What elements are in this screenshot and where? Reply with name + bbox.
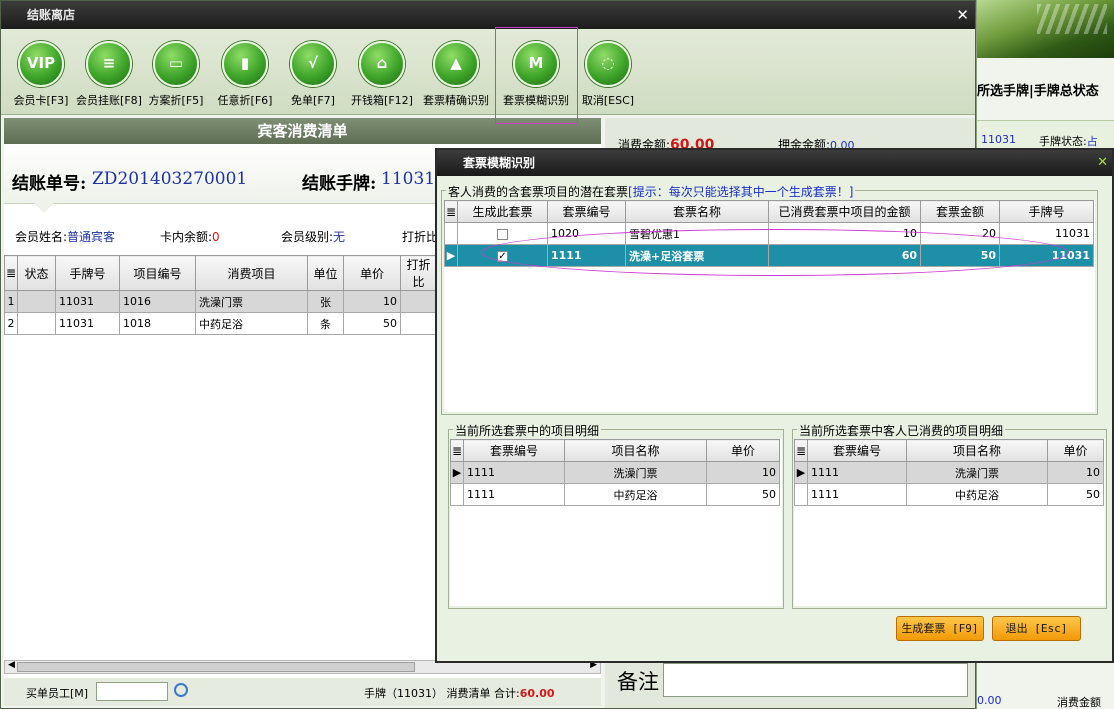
ticket-items-table: ≣ 套票编号 项目名称 单价 ▶ 1111 洗澡门票 10 1111 中药足浴 … — [450, 439, 780, 506]
exit-button[interactable]: 退出 [Esc] — [992, 616, 1081, 641]
tag-number-label: 结账手牌: — [302, 174, 377, 194]
toolbar: VIP 会员卡[F3] ≡ 会员挂账[F8] ▭ 方案折[F5] ▮ 任意折[F6] √… — [1, 29, 975, 115]
bg-tag-number: 11031 — [981, 133, 1016, 146]
scroll-left-arrow-icon[interactable]: ◀ — [8, 660, 15, 670]
consumed-items-legend: 当前所选套票中客人已消费的项目明细 — [797, 422, 1006, 439]
bg-bottom-row: 0.00 消费金额 — [977, 694, 1101, 709]
table-row[interactable]: ▶ 1111 洗澡门票 10 — [794, 461, 1104, 484]
exact-ticket-icon: ▲ — [433, 41, 479, 87]
ticket-items-legend: 当前所选套票中的项目明细 — [453, 422, 602, 439]
potential-tickets-legend: 客人消费的含套票项目的潜在套票[提示：每次只能选择其中一个生成套票！] — [446, 183, 856, 200]
dialog-title: 套票模糊识别 — [463, 156, 536, 170]
table-menu-icon[interactable]: ≣ — [444, 200, 458, 223]
footer-bar: 买单员工[M] 手牌（11031） 消费清单 合计:60.00 — [4, 678, 601, 706]
window-close-icon[interactable]: ✕ — [956, 1, 969, 29]
consumed-items-group: 当前所选套票中客人已消费的项目明细 ≣ 套票编号 项目名称 单价 ▶ 1111 … — [792, 422, 1107, 609]
bg-app-title: 所选手牌|手牌总状态 — [977, 84, 1099, 99]
table-row[interactable]: 1111 中药足浴 50 — [794, 483, 1104, 506]
window-titlebar: 结账离店 ✕ — [1, 1, 975, 29]
table-row[interactable]: 1 11031 1016 洗澡门票 张 10 — [4, 290, 437, 313]
member-level: 会员级别:无 — [281, 230, 346, 244]
consumed-items-table: ≣ 套票编号 项目名称 单价 ▶ 1111 洗澡门票 10 1111 中药足浴 … — [794, 439, 1104, 506]
table-row[interactable]: 2 11031 1018 中药足浴 条 50 — [4, 312, 437, 335]
table-menu-icon[interactable]: ≣ — [450, 439, 464, 462]
table-menu-icon[interactable]: ≣ — [794, 439, 808, 462]
search-icon[interactable] — [174, 683, 188, 697]
scroll-thumb[interactable] — [17, 662, 415, 672]
table-row[interactable]: 1111 中药足浴 50 — [450, 483, 780, 506]
fuzzy-ticket-dialog: 套票模糊识别 ✕ 客人消费的含套票项目的潜在套票[提示：每次只能选择其中一个生成… — [435, 148, 1114, 663]
free-order-button[interactable]: √ 免单[F7] — [281, 39, 345, 108]
staff-label: 买单员工[M] — [26, 687, 89, 700]
member-name: 会员姓名:普通宾客 — [15, 230, 116, 244]
dialog-close-icon[interactable]: ✕ — [1097, 150, 1108, 176]
member-account-icon: ≡ — [86, 41, 132, 87]
ticket-items-group: 当前所选套票中的项目明细 ≣ 套票编号 项目名称 单价 ▶ 1111 洗澡门票 … — [448, 422, 784, 609]
generate-ticket-button[interactable]: 生成套票 [F9] — [896, 616, 984, 641]
plan-discount-icon: ▭ — [153, 41, 199, 87]
row-pointer-icon: ▶ — [444, 244, 458, 267]
table-row[interactable]: ▶ 1111 洗澡门票 10 — [450, 461, 780, 484]
table-menu-icon[interactable]: ≣ — [4, 255, 18, 291]
row-pointer-icon: ▶ — [450, 461, 464, 484]
staff-input[interactable] — [96, 682, 168, 701]
header-banner-image — [977, 0, 1114, 58]
vip-icon: VIP — [18, 41, 64, 87]
memo-input[interactable] — [663, 663, 968, 697]
open-cash-box-button[interactable]: ⌂ 开钱箱[F12] — [350, 39, 414, 108]
cancel-button[interactable]: ◌ 取消[ESC] — [576, 39, 640, 108]
cancel-icon: ◌ — [585, 41, 631, 87]
dialog-titlebar: 套票模糊识别 ✕ — [437, 150, 1112, 176]
tag-number-value: 11031 — [381, 169, 436, 189]
bill-number-label: 结账单号: — [12, 174, 87, 194]
tab-notch — [34, 203, 54, 213]
annotation-ellipse — [481, 229, 1069, 276]
bill-number-value: ZD201403270001 — [92, 169, 248, 189]
memo-label: 备注 — [617, 670, 659, 694]
annotation-highlight-box — [495, 27, 578, 124]
exact-ticket-button[interactable]: ▲ 套票精确识别 — [423, 39, 489, 108]
cash-box-icon: ⌂ — [359, 41, 405, 87]
summary-text: 手牌（11031） 消费清单 合计:60.00 — [364, 687, 555, 700]
consumption-table: ≣ 状态 手牌号 项目编号 消费项目 单位 单价 打折比 1 11031 101… — [4, 255, 437, 335]
discount-label: 打折比 — [402, 230, 439, 244]
free-order-icon: √ — [290, 41, 336, 87]
row-pointer-icon: ▶ — [794, 461, 808, 484]
generate-checkbox[interactable] — [497, 228, 508, 240]
bg-tag-status: 手牌状态:占 — [1039, 135, 1098, 148]
potential-tickets-group: 客人消费的含套票项目的潜在套票[提示：每次只能选择其中一个生成套票！] ≣ 生成… — [441, 183, 1098, 415]
any-discount-icon: ▮ — [222, 41, 268, 87]
plan-discount-button[interactable]: ▭ 方案折[F5] — [144, 39, 208, 108]
card-balance: 卡内余额:0 — [160, 230, 220, 244]
window-title: 结账离店 — [27, 8, 76, 22]
